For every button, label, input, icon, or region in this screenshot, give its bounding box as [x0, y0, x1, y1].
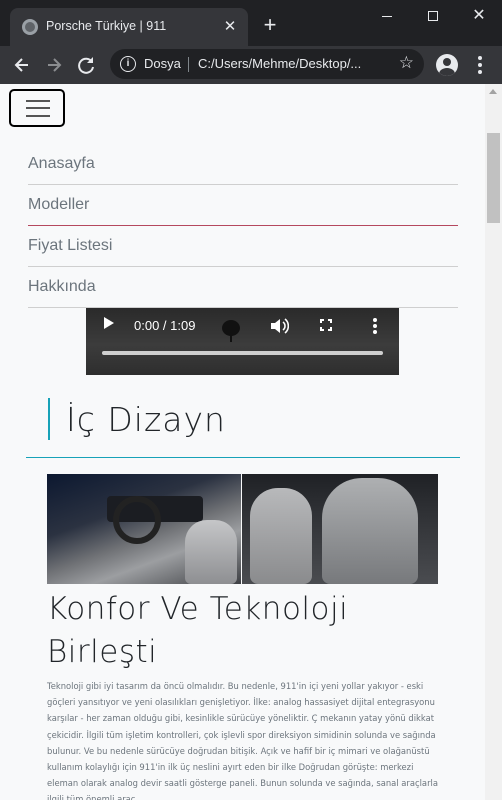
hamburger-icon — [26, 100, 50, 102]
section-paragraph: Teknoloji gibi iyi tasarım da öncü olmal… — [47, 681, 438, 800]
minimize-button[interactable] — [364, 0, 410, 32]
video-player[interactable]: 0:00 / 1:09 — [86, 308, 399, 375]
close-tab-icon[interactable]: ✕ — [220, 16, 240, 36]
arrow-right-icon — [48, 58, 62, 72]
reload-icon — [78, 57, 94, 74]
tab-title: Porsche Türkiye | 911 — [46, 19, 167, 33]
page-scrollbar[interactable] — [485, 84, 502, 800]
browser-toolbar: i Dosya C:/Users/Mehme/Desktop/... ☆ — [0, 46, 502, 84]
play-icon[interactable] — [104, 317, 114, 329]
maximize-button[interactable] — [410, 0, 456, 32]
nav-item-hakkinda[interactable]: Hakkında — [28, 267, 458, 308]
close-icon: ✕ — [472, 7, 486, 24]
reload-button[interactable] — [72, 51, 100, 79]
minimize-icon — [382, 15, 392, 17]
nav-item-anasayfa[interactable]: Anasayfa — [28, 144, 458, 185]
interior-photos — [47, 474, 438, 584]
nav-item-modeller[interactable]: Modeller — [28, 185, 458, 226]
close-window-button[interactable]: ✕ — [456, 0, 502, 32]
scroll-up-icon[interactable] — [489, 89, 497, 94]
browser-menu-icon[interactable] — [470, 52, 490, 78]
steering-wheel-shape — [113, 496, 161, 544]
video-frame — [86, 308, 399, 375]
bookmark-star-icon[interactable]: ☆ — [399, 53, 414, 73]
maximize-icon — [428, 11, 438, 21]
nav-item-fiyat-listesi[interactable]: Fiyat Listesi — [28, 226, 458, 267]
browser-tab[interactable]: Porsche Türkiye | 911 ✕ — [10, 8, 248, 46]
back-button[interactable] — [8, 51, 36, 79]
globe-icon — [22, 19, 38, 35]
forward-button[interactable] — [40, 51, 68, 79]
nav-menu: Anasayfa Modeller Fiyat Listesi Hakkında — [28, 144, 458, 308]
scrollbar-thumb[interactable] — [487, 133, 500, 223]
navbar-toggle-button[interactable] — [9, 89, 65, 127]
interior-photo-seats — [242, 474, 438, 584]
arrow-left-icon — [14, 58, 28, 72]
volume-icon[interactable] — [269, 317, 289, 335]
new-tab-button[interactable]: + — [258, 14, 282, 38]
info-icon[interactable]: i — [120, 56, 136, 72]
interior-photo-dashboard — [47, 474, 241, 584]
url-scheme: Dosya — [144, 56, 181, 71]
section-heading-block: İç Dizayn — [26, 396, 460, 458]
video-more-icon[interactable] — [373, 318, 377, 334]
fullscreen-icon[interactable] — [319, 318, 333, 332]
video-time: 0:00 / 1:09 — [134, 318, 196, 333]
address-bar[interactable]: i Dosya C:/Users/Mehme/Desktop/... ☆ — [110, 49, 424, 79]
section-heading: İç Dizayn — [66, 400, 226, 439]
url-text[interactable]: C:/Users/Mehme/Desktop/... — [198, 56, 361, 71]
browser-tab-bar: Porsche Türkiye | 911 ✕ + ✕ — [0, 0, 502, 46]
heading-accent-bar — [48, 398, 50, 440]
address-separator — [188, 57, 189, 72]
profile-avatar-icon[interactable] — [436, 54, 458, 76]
page-viewport: Anasayfa Modeller Fiyat Listesi Hakkında… — [0, 84, 502, 800]
video-progress-bar[interactable] — [102, 351, 383, 355]
section-subheading: Konfor Ve Teknoloji Birleşti — [47, 591, 349, 670]
